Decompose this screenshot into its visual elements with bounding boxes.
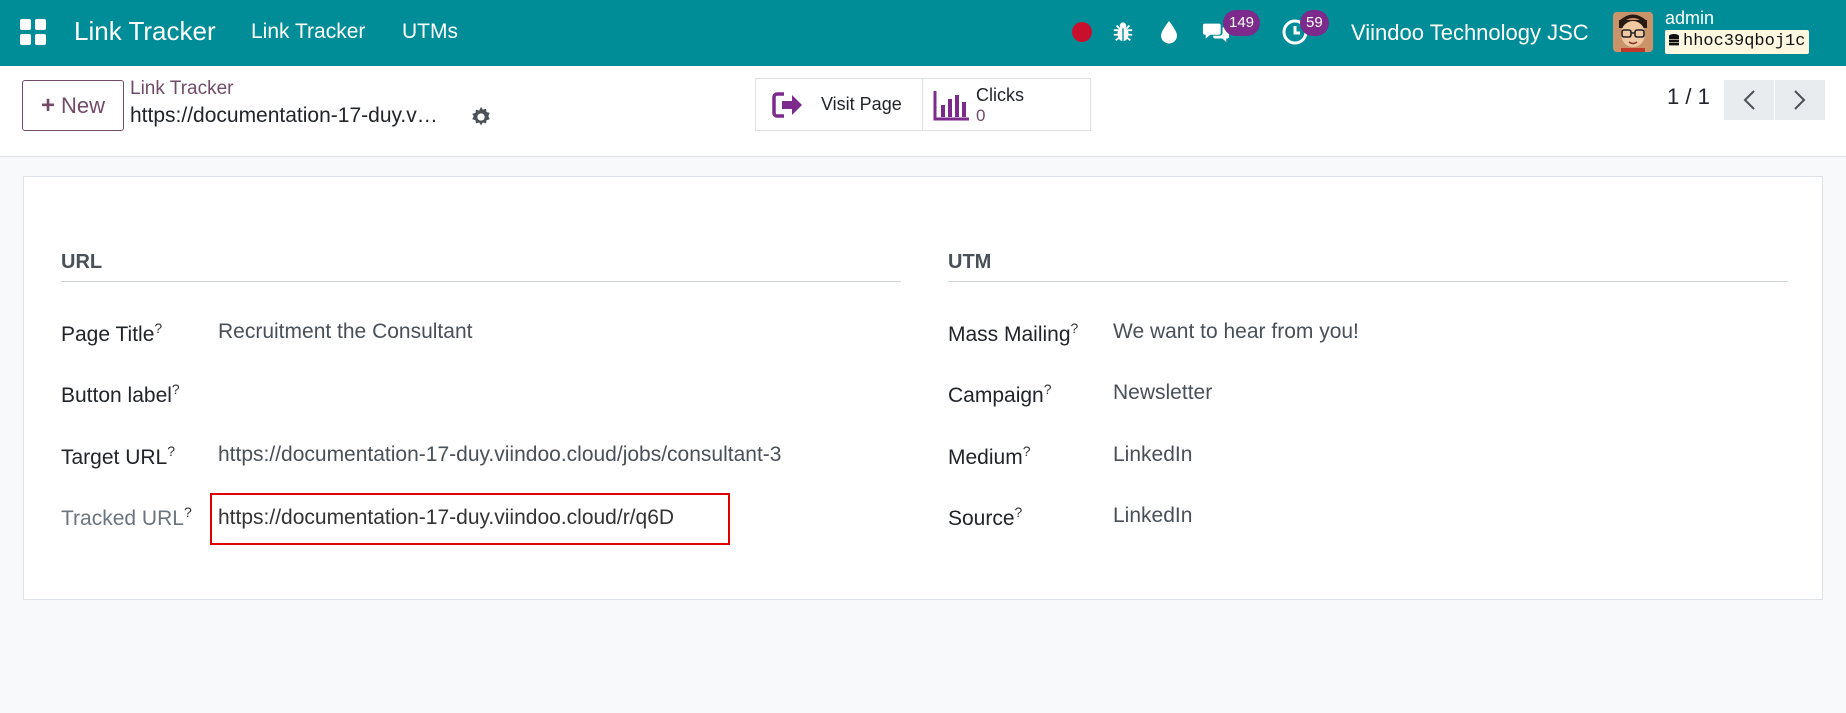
source-value[interactable]: LinkedIn bbox=[1113, 504, 1192, 528]
new-button-label: New bbox=[61, 92, 106, 118]
page-title-label: Page Title? bbox=[61, 320, 163, 346]
clicks-button[interactable]: Clicks 0 bbox=[922, 78, 1091, 131]
url-group-title: URL bbox=[61, 251, 103, 273]
plus-icon: + bbox=[40, 91, 55, 119]
url-group-divider bbox=[61, 281, 901, 282]
new-button[interactable]: + New bbox=[22, 80, 124, 131]
app-brand[interactable]: Link Tracker bbox=[74, 16, 216, 47]
chevron-left-icon bbox=[1743, 90, 1755, 110]
utm-group-title: UTM bbox=[948, 251, 992, 273]
help-tooltip-icon[interactable]: ? bbox=[1023, 443, 1031, 459]
pager-next-button[interactable] bbox=[1775, 80, 1825, 120]
campaign-value[interactable]: Newsletter bbox=[1113, 381, 1212, 405]
mass-mailing-value[interactable]: We want to hear from you! bbox=[1113, 320, 1359, 344]
visit-page-button[interactable]: Visit Page bbox=[755, 78, 923, 131]
debug-bug-icon[interactable] bbox=[1109, 18, 1137, 46]
help-tooltip-icon[interactable]: ? bbox=[1071, 320, 1079, 336]
apps-menu-icon[interactable] bbox=[20, 19, 46, 45]
tracked-url-highlight: https://documentation-17-duy.viindoo.clo… bbox=[210, 493, 730, 545]
messages-count-badge: 149 bbox=[1223, 10, 1261, 36]
form-sheet: URL Page Title? Recruitment the Consulta… bbox=[23, 176, 1823, 600]
theme-drop-icon[interactable] bbox=[1155, 18, 1183, 46]
help-tooltip-icon[interactable]: ? bbox=[184, 504, 192, 520]
gear-icon[interactable] bbox=[470, 106, 494, 130]
medium-label: Medium? bbox=[948, 443, 1031, 469]
menu-link-tracker[interactable]: Link Tracker bbox=[251, 20, 365, 44]
database-name: hhoc39qboj1c bbox=[1683, 32, 1806, 51]
user-name[interactable]: admin bbox=[1665, 8, 1714, 29]
bar-chart-icon bbox=[933, 91, 969, 121]
pager-value[interactable]: 1 / 1 bbox=[1667, 84, 1710, 110]
help-tooltip-icon[interactable]: ? bbox=[154, 320, 162, 336]
help-tooltip-icon[interactable]: ? bbox=[1044, 381, 1052, 397]
medium-value[interactable]: LinkedIn bbox=[1113, 443, 1192, 467]
tracked-url-value[interactable]: https://documentation-17-duy.viindoo.clo… bbox=[218, 506, 674, 530]
utm-group-divider bbox=[948, 281, 1788, 282]
activities-count-badge: 59 bbox=[1300, 10, 1329, 36]
user-avatar[interactable] bbox=[1613, 12, 1653, 52]
top-navbar: Link Tracker Link Tracker UTMs 149 59 Vi… bbox=[0, 0, 1846, 66]
target-url-label: Target URL? bbox=[61, 443, 176, 469]
source-label: Source? bbox=[948, 504, 1023, 530]
breadcrumb-record-name: https://documentation-17-duy.v… bbox=[130, 104, 438, 127]
visit-page-label: Visit Page bbox=[821, 94, 902, 114]
help-tooltip-icon[interactable]: ? bbox=[172, 381, 180, 397]
clicks-label: Clicks bbox=[976, 85, 1024, 105]
menu-utms[interactable]: UTMs bbox=[402, 20, 458, 44]
clicks-value: 0 bbox=[976, 106, 986, 125]
database-tag: hhoc39qboj1c bbox=[1665, 30, 1810, 54]
button-label-label: Button label? bbox=[61, 381, 180, 407]
help-tooltip-icon[interactable]: ? bbox=[1015, 504, 1023, 520]
sign-out-icon bbox=[772, 92, 802, 118]
pager-previous-button[interactable] bbox=[1724, 80, 1774, 120]
recording-icon[interactable] bbox=[1068, 18, 1096, 46]
help-tooltip-icon[interactable]: ? bbox=[167, 443, 175, 459]
control-panel: + New Link Tracker https://documentation… bbox=[0, 66, 1846, 157]
database-icon bbox=[1669, 34, 1679, 46]
campaign-label: Campaign? bbox=[948, 381, 1052, 407]
target-url-value[interactable]: https://documentation-17-duy.viindoo.clo… bbox=[218, 443, 781, 467]
tracked-url-label: Tracked URL? bbox=[61, 504, 192, 530]
breadcrumb-link-tracker[interactable]: Link Tracker bbox=[130, 78, 233, 100]
chevron-right-icon bbox=[1794, 90, 1806, 110]
mass-mailing-label: Mass Mailing? bbox=[948, 320, 1079, 346]
page-title-value[interactable]: Recruitment the Consultant bbox=[218, 320, 472, 344]
company-switcher[interactable]: Viindoo Technology JSC bbox=[1351, 20, 1589, 46]
